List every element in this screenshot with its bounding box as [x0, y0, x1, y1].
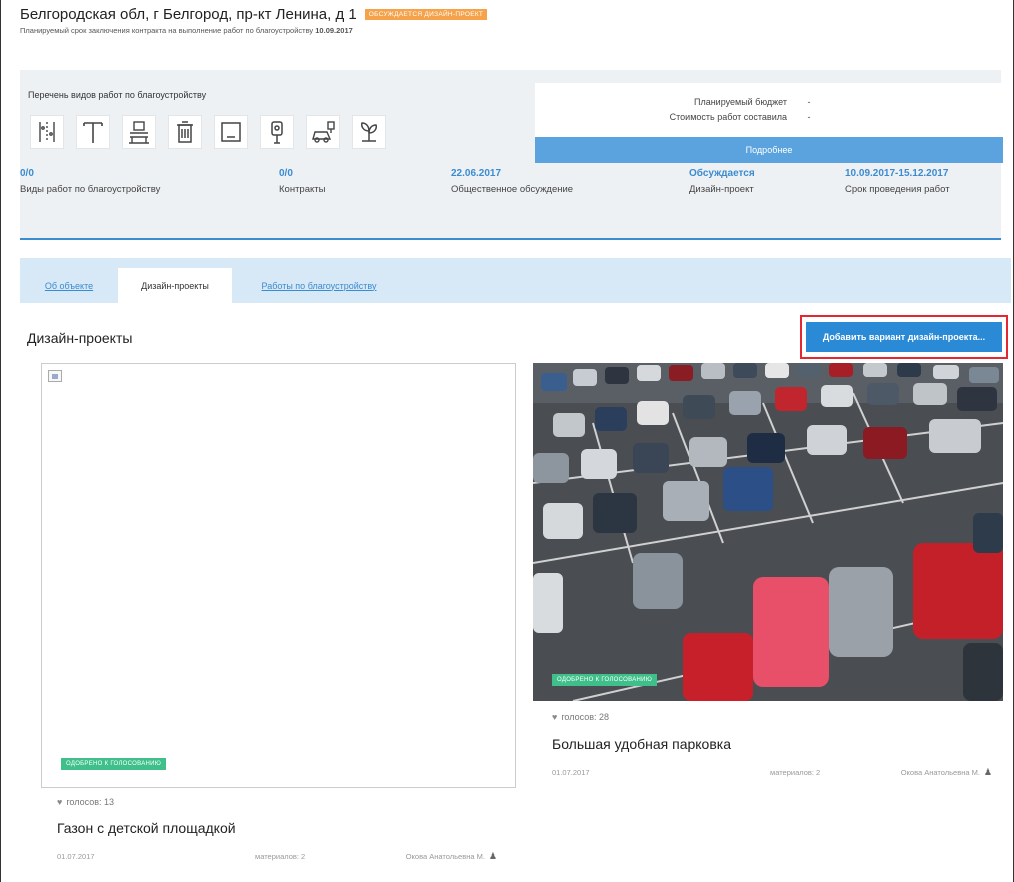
stat-label: Дизайн-проект — [689, 184, 754, 195]
heart-icon: ♥ — [57, 797, 63, 807]
design-project-card[interactable]: ОДОБРЕНО К ГОЛОСОВАНИЮ — [41, 363, 516, 788]
stat-work-period: 10.09.2017-15.12.2017 Срок проведения ра… — [845, 168, 950, 195]
work-cost-label: Стоимость работ составила — [669, 112, 787, 122]
panel-title: Дизайн-проекты — [27, 330, 133, 346]
broken-image-icon — [48, 370, 62, 382]
car-parking-icon[interactable] — [306, 115, 340, 149]
card-footer: 01.07.2017 материалов: 2 Окова Анатольев… — [552, 767, 992, 778]
planned-budget-label: Планируемый бюджет — [693, 97, 787, 107]
stat-value: 0/0 — [279, 168, 293, 179]
author-name: Окова Анатольевна М. — [900, 768, 980, 777]
stat-value: 10.09.2017-15.12.2017 — [845, 168, 949, 179]
approved-badge: ОДОБРЕНО К ГОЛОСОВАНИЮ — [61, 758, 167, 770]
card-votes: ♥ голосов: 28 — [552, 712, 609, 722]
work-cost-value: - — [807, 112, 811, 122]
stats-row: 0/0 Виды работ по благоустройству 0/0 Ко… — [20, 165, 1001, 240]
contract-deadline-date: 10.09.2017 — [315, 26, 353, 35]
frame-icon[interactable] — [214, 115, 248, 149]
person-icon: ♟ — [488, 851, 497, 861]
card-materials: материалов: 2 — [255, 852, 306, 861]
card-votes: ♥ голосов: 13 — [57, 797, 114, 807]
votes-count: голосов: 28 — [561, 712, 609, 722]
person-icon: ♟ — [983, 767, 992, 777]
card-title[interactable]: Газон с детской площадкой — [57, 820, 236, 836]
stat-value: Обсуждается — [689, 168, 755, 179]
author-name: Окова Анатольевна М. — [405, 852, 485, 861]
plant-icon[interactable] — [352, 115, 386, 149]
stat-contracts: 0/0 Контракты — [279, 168, 325, 195]
content-area: Об объекте Дизайн-проекты Работы по благ… — [20, 258, 1011, 882]
tabs-bar: Об объекте Дизайн-проекты Работы по благ… — [20, 258, 1011, 303]
trash-bin-icon[interactable] — [168, 115, 202, 149]
lamp-post-icon[interactable] — [260, 115, 294, 149]
add-design-project-button[interactable]: Добавить вариант дизайн-проекта... — [806, 322, 1002, 352]
add-design-project-highlight: Добавить вариант дизайн-проекта... — [800, 315, 1008, 359]
card-date: 01.07.2017 — [552, 768, 590, 777]
page-title: Белгородская обл, г Белгород, пр-кт Лени… — [20, 6, 357, 23]
card-author: Окова Анатольевна М. ♟ — [901, 767, 992, 778]
planned-budget-row: Планируемый бюджет - — [535, 97, 1003, 107]
card-date: 01.07.2017 — [57, 852, 95, 861]
tab-about[interactable]: Об объекте — [20, 268, 118, 303]
stat-label: Виды работ по благоустройству — [20, 184, 161, 195]
object-header: Белгородская обл, г Белгород, пр-кт Лени… — [20, 6, 1000, 35]
card-materials: материалов: 2 — [770, 768, 821, 777]
crane-icon[interactable] — [76, 115, 110, 149]
design-projects-panel: Дизайн-проекты Добавить вариант дизайн-п… — [20, 303, 1011, 882]
card-footer: 01.07.2017 материалов: 2 Окова Анатольев… — [57, 851, 497, 862]
card-author: Окова Анатольевна М. ♟ — [406, 851, 497, 862]
details-button[interactable]: Подробнее — [535, 137, 1003, 163]
stat-design-project: Обсуждается Дизайн-проект — [689, 168, 755, 195]
card-title[interactable]: Большая удобная парковка — [552, 736, 731, 752]
heart-icon: ♥ — [552, 712, 558, 722]
works-list-label: Перечень видов работ по благоустройству — [28, 90, 207, 100]
approved-badge: ОДОБРЕНО К ГОЛОСОВАНИЮ — [552, 674, 658, 686]
contract-deadline: Планируемый срок заключения контракта на… — [20, 26, 1000, 35]
stat-value: 22.06.2017 — [451, 168, 502, 179]
stat-label: Срок проведения работ — [845, 184, 950, 195]
contract-deadline-label: Планируемый срок заключения контракта на… — [20, 26, 314, 35]
status-badge: ОБСУЖДАЕТСЯ ДИЗАЙН-ПРОЕКТ — [364, 9, 488, 20]
tab-works[interactable]: Работы по благоустройству — [240, 268, 398, 303]
works-icons — [30, 115, 386, 149]
stat-value: 0/0 — [20, 168, 34, 179]
stat-work-types: 0/0 Виды работ по благоустройству — [20, 168, 160, 195]
stat-label: Контракты — [279, 184, 326, 195]
planned-budget-value: - — [807, 97, 811, 107]
tab-design-projects[interactable]: Дизайн-проекты — [118, 268, 232, 303]
stat-public-discussion: 22.06.2017 Общественное обсуждение — [451, 168, 573, 195]
street-lamp-icon[interactable] — [30, 115, 64, 149]
design-project-card[interactable]: ОДОБРЕНО К ГОЛОСОВАНИЮ ♥ голосов: 28 Боль… — [533, 363, 1003, 843]
votes-count: голосов: 13 — [66, 797, 114, 807]
stat-label: Общественное обсуждение — [451, 184, 574, 195]
work-cost-row: Стоимость работ составила - — [535, 112, 1003, 122]
works-list: Перечень видов работ по благоустройству — [20, 80, 430, 160]
parking-photo: ОДОБРЕНО К ГОЛОСОВАНИЮ — [533, 363, 1003, 701]
bench-icon[interactable] — [122, 115, 156, 149]
